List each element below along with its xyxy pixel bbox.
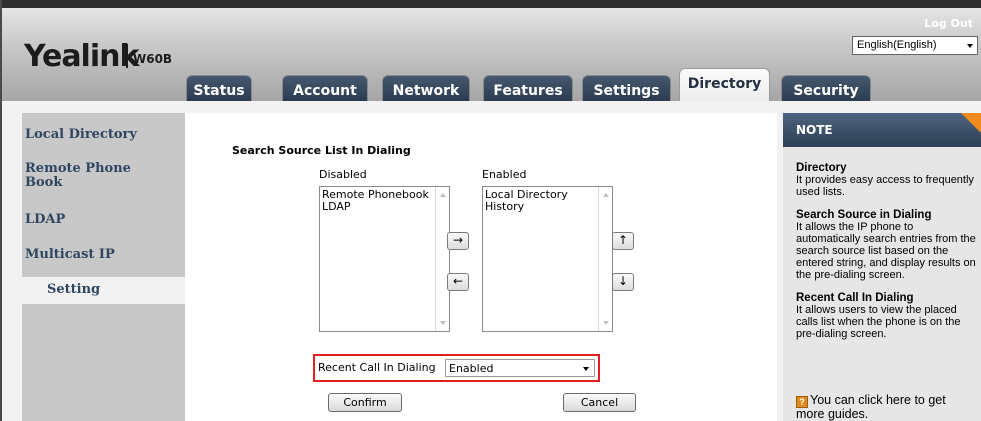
arrow-left-icon: ←	[452, 274, 464, 288]
move-down-button[interactable]: ↓	[612, 273, 634, 291]
scrollbar[interactable]	[435, 187, 449, 331]
sidebar-item-local-directory[interactable]: Local Directory	[25, 128, 137, 142]
note-text: It allows users to view the placed calls…	[796, 304, 961, 340]
note-corner-icon	[961, 113, 981, 133]
note-heading: Directory	[796, 162, 847, 174]
note-heading: Search Source in Dialing	[796, 209, 932, 221]
web-ui-frame: Yealink W60B Log Out English(English) St…	[0, 0, 981, 421]
main-panel: Search Source List In Dialing Disabled E…	[185, 113, 777, 421]
scroll-up-icon	[440, 193, 446, 197]
sidebar-item-ldap[interactable]: LDAP	[25, 213, 65, 227]
note-title: NOTE	[783, 113, 981, 147]
note-text: It provides easy access to frequently us…	[796, 174, 974, 198]
model-label: W60B	[133, 52, 173, 66]
recent-call-value: Enabled	[449, 362, 494, 375]
note-text: It allows the IP phone to automatically …	[796, 221, 976, 281]
note-panel: NOTE Directory It provides easy access t…	[783, 113, 981, 421]
enabled-label: Enabled	[482, 168, 527, 181]
guide-link[interactable]: ? You can click here to get more guides.	[796, 394, 976, 421]
chevron-down-icon	[583, 367, 589, 371]
confirm-button[interactable]: Confirm	[328, 393, 402, 412]
sidebar-item-multicast-ip[interactable]: Multicast IP	[25, 248, 115, 262]
enabled-list[interactable]: Local Directory History	[482, 186, 613, 332]
move-left-button[interactable]: ←	[447, 273, 469, 291]
header: Yealink W60B Log Out English(English) St…	[2, 0, 981, 109]
language-select[interactable]: English(English)	[852, 36, 978, 55]
scroll-down-icon	[440, 321, 446, 325]
sidebar-item-setting[interactable]: Setting	[22, 277, 188, 304]
note-heading: Recent Call In Dialing	[796, 292, 914, 304]
logout-link[interactable]: Log Out	[924, 17, 973, 30]
cancel-button[interactable]: Cancel	[563, 393, 636, 412]
scroll-up-icon	[603, 193, 609, 197]
scrollbar[interactable]	[598, 187, 612, 331]
move-right-button[interactable]: →	[447, 232, 469, 250]
note-body: Directory It provides easy access to fre…	[796, 162, 976, 351]
scroll-down-icon	[603, 321, 609, 325]
list-item[interactable]: LDAP	[322, 201, 449, 213]
recent-call-label: Recent Call In Dialing	[318, 361, 436, 374]
chevron-down-icon	[967, 44, 973, 48]
list-item[interactable]: History	[485, 201, 612, 213]
sidebar	[22, 113, 185, 421]
disabled-list[interactable]: Remote Phonebook LDAP	[319, 186, 450, 332]
section-title: Search Source List In Dialing	[232, 144, 411, 157]
language-value: English(English)	[857, 39, 937, 51]
arrow-up-icon: ↑	[617, 233, 629, 247]
brand-logo: Yealink	[24, 39, 139, 74]
recent-call-select[interactable]: Enabled	[445, 359, 595, 377]
arrow-right-icon: →	[452, 233, 464, 247]
guide-text[interactable]: You can click here to get more guides.	[796, 393, 946, 421]
disabled-label: Disabled	[319, 168, 367, 181]
move-up-button[interactable]: ↑	[612, 232, 634, 250]
logo-separator	[126, 44, 128, 68]
sidebar-item-remote-phone-book[interactable]: Remote Phone Book	[25, 162, 155, 190]
arrow-down-icon: ↓	[617, 274, 629, 288]
